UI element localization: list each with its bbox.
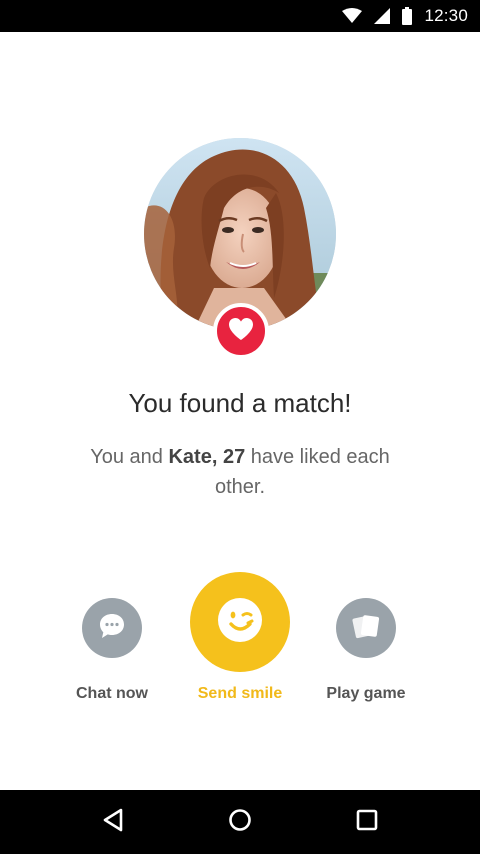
play-game-button[interactable]: Play game xyxy=(316,598,416,703)
play-game-circle[interactable] xyxy=(336,598,396,658)
heart-icon xyxy=(228,317,254,346)
chat-bubble-icon xyxy=(98,612,126,645)
status-time: 12:30 xyxy=(424,6,468,25)
match-title: You found a match! xyxy=(128,388,352,418)
subtitle-prefix: You and xyxy=(90,446,169,468)
home-icon xyxy=(228,808,252,837)
match-screen: 12:30 You found a match! You and Kate, 2… xyxy=(0,0,480,854)
nav-recents-button[interactable] xyxy=(343,798,391,846)
chat-now-button[interactable]: Chat now xyxy=(62,598,162,703)
profile-photo[interactable] xyxy=(144,138,336,330)
send-smile-circle[interactable] xyxy=(190,572,290,672)
chat-now-label: Chat now xyxy=(76,685,148,702)
navigation-bar xyxy=(0,790,480,854)
play-game-label: Play game xyxy=(326,685,406,702)
match-name: Kate, 27 xyxy=(168,446,246,468)
heart-badge xyxy=(213,303,269,359)
battery-icon xyxy=(402,7,413,25)
chat-now-circle[interactable] xyxy=(82,598,142,658)
nav-home-button[interactable] xyxy=(216,798,264,846)
back-icon xyxy=(102,808,124,837)
match-subtitle: You and Kate, 27 have liked each other. xyxy=(90,442,390,502)
wifi-icon xyxy=(342,8,363,24)
cell-signal-icon xyxy=(374,8,391,24)
send-smile-button[interactable]: Send smile xyxy=(180,572,300,703)
match-photo-container xyxy=(144,138,336,359)
cards-icon xyxy=(351,611,381,646)
wink-smile-icon xyxy=(217,597,263,648)
nav-back-button[interactable] xyxy=(89,798,137,846)
send-smile-label: Send smile xyxy=(197,685,283,702)
recents-icon xyxy=(356,809,378,836)
status-bar: 12:30 xyxy=(0,0,480,32)
